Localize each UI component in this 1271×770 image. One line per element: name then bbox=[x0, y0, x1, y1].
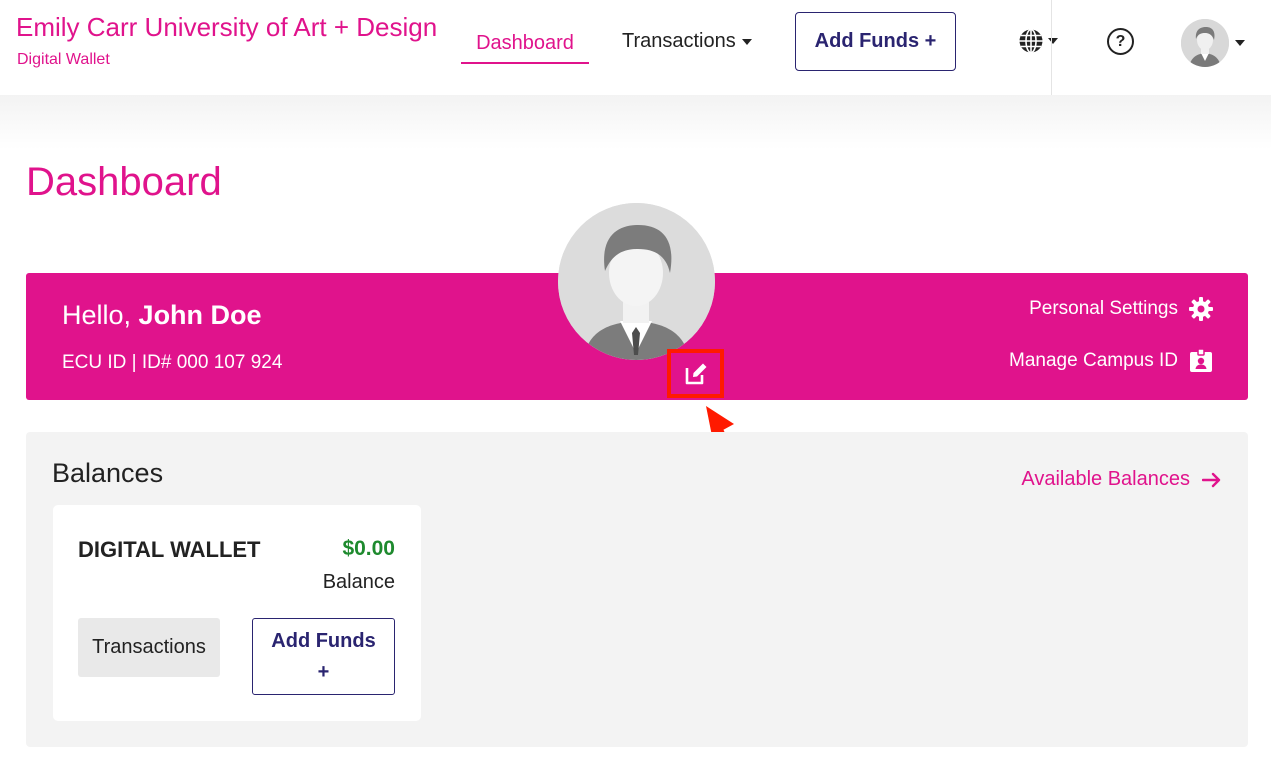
page-title: Dashboard bbox=[26, 160, 222, 204]
help-icon[interactable]: ? bbox=[1107, 28, 1134, 55]
avatar bbox=[1181, 19, 1229, 67]
manage-campus-id-label: Manage Campus ID bbox=[1009, 350, 1178, 371]
greeting: Hello, John Doe bbox=[62, 300, 262, 331]
edit-icon bbox=[681, 359, 710, 388]
id-badge-icon bbox=[1190, 348, 1212, 372]
language-menu[interactable] bbox=[1018, 28, 1058, 54]
balances-section: Balances Available Balances DIGITAL WALL… bbox=[26, 432, 1248, 747]
wallet-transactions-button[interactable]: Transactions bbox=[78, 618, 220, 677]
nav-dashboard-tab[interactable]: Dashboard bbox=[461, 26, 589, 64]
manage-campus-id-link[interactable]: Manage Campus ID bbox=[1009, 348, 1214, 374]
brand-subtitle: Digital Wallet bbox=[17, 51, 110, 68]
profile-photo bbox=[558, 203, 715, 360]
arrow-right-icon bbox=[1202, 472, 1221, 487]
available-balances-link[interactable]: Available Balances bbox=[1021, 468, 1222, 491]
top-header: Emily Carr University of Art + Design Di… bbox=[0, 0, 1271, 95]
personal-settings-label: Personal Settings bbox=[1029, 298, 1178, 319]
personal-settings-link[interactable]: Personal Settings bbox=[1029, 296, 1214, 322]
brand-title[interactable]: Emily Carr University of Art + Design bbox=[16, 12, 437, 43]
nav-transactions-menu[interactable]: Transactions bbox=[622, 30, 752, 53]
header-divider bbox=[1051, 0, 1052, 95]
add-funds-label: Add Funds bbox=[271, 629, 376, 652]
wallet-add-funds-button[interactable]: Add Funds + bbox=[252, 618, 395, 695]
user-id-line: ECU ID | ID# 000 107 924 bbox=[62, 352, 283, 373]
header-shadow bbox=[0, 95, 1271, 150]
wallet-amount: $0.00 bbox=[342, 537, 395, 560]
chevron-down-icon bbox=[1048, 38, 1058, 44]
balances-title: Balances bbox=[52, 458, 164, 488]
globe-icon bbox=[1019, 28, 1043, 54]
user-menu[interactable] bbox=[1181, 19, 1245, 67]
wallet-amount-label: Balance bbox=[322, 571, 395, 593]
user-name: John Doe bbox=[138, 300, 262, 330]
available-balances-label: Available Balances bbox=[1021, 468, 1190, 490]
wallet-name: DIGITAL WALLET bbox=[78, 537, 261, 562]
greeting-text: Hello, bbox=[62, 300, 132, 330]
plus-icon: + bbox=[317, 660, 330, 683]
chevron-down-icon bbox=[1235, 40, 1245, 46]
chevron-down-icon bbox=[741, 38, 752, 45]
gear-icon bbox=[1189, 297, 1213, 321]
add-funds-header-button[interactable]: Add Funds + bbox=[795, 12, 956, 71]
edit-photo-button[interactable] bbox=[667, 349, 724, 398]
digital-wallet-card: DIGITAL WALLET $0.00 Balance Transaction… bbox=[53, 505, 421, 721]
nav-transactions-label: Transactions bbox=[622, 30, 736, 52]
